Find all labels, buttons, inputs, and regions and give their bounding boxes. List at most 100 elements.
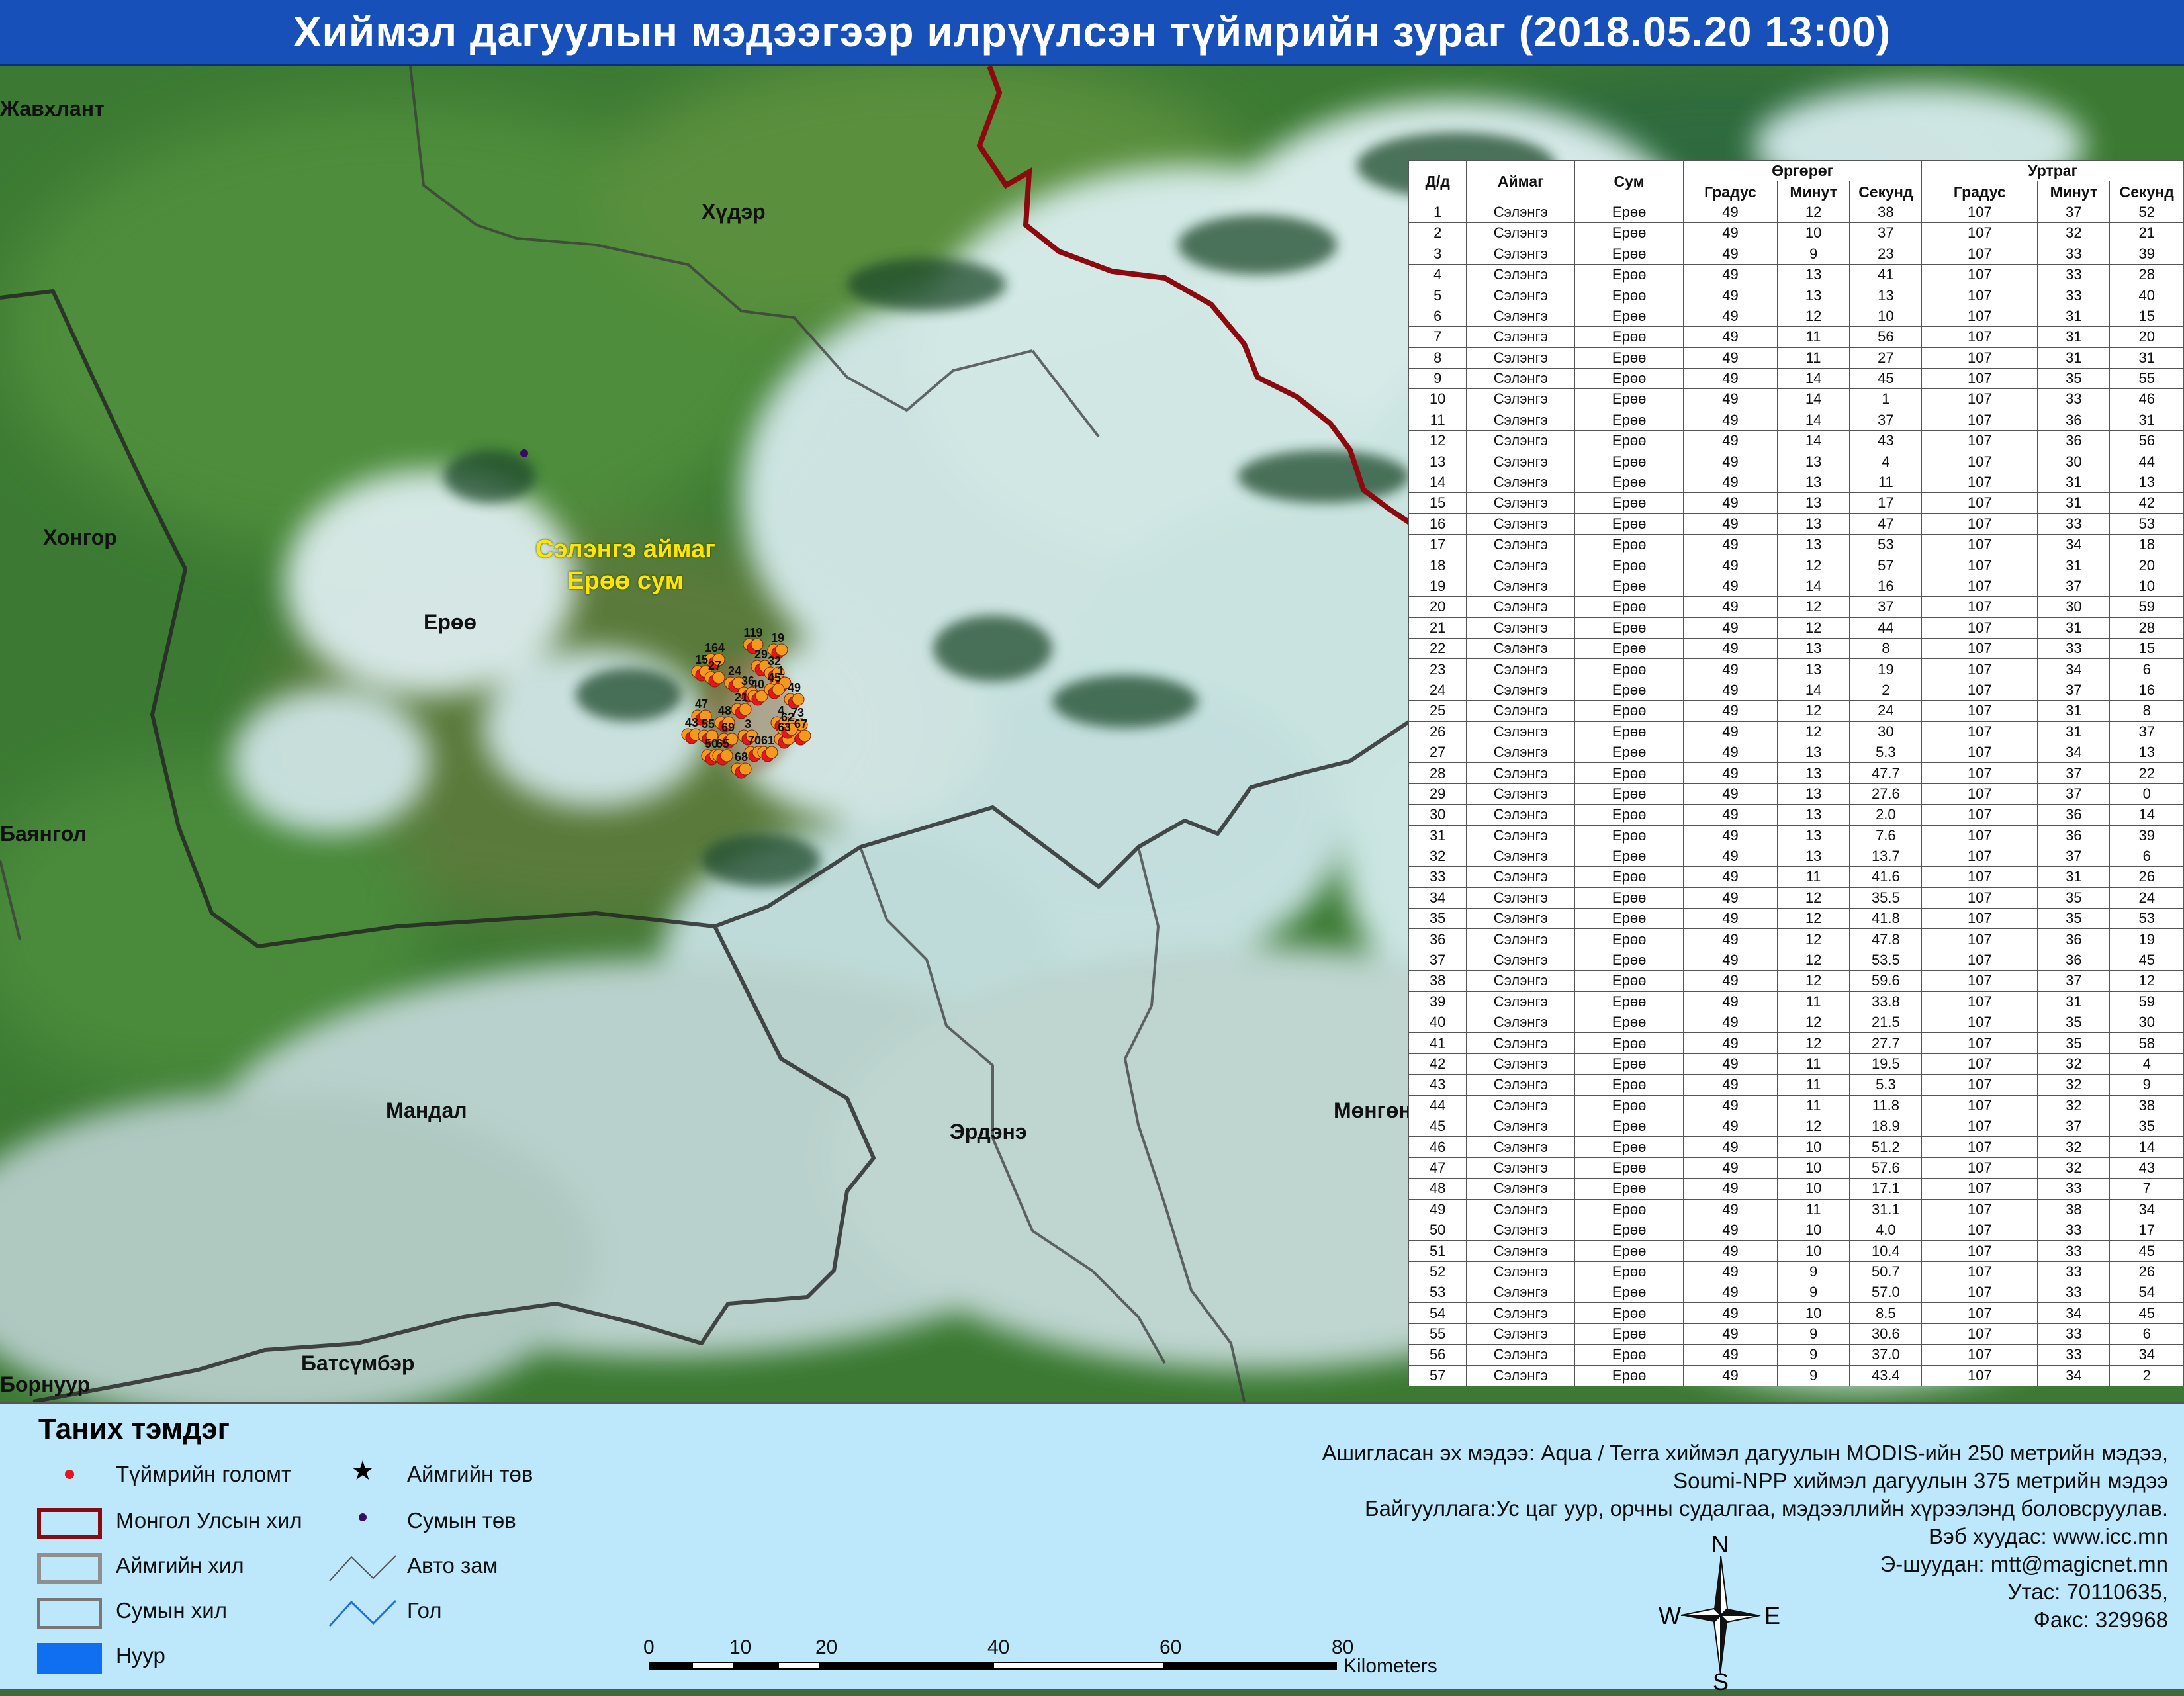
table-cell: 107 <box>1921 305 2038 328</box>
fire-point <box>798 729 811 742</box>
table-cell: 2.0 <box>1849 804 1923 826</box>
table-cell: 14 <box>1777 409 1850 431</box>
table-cell: 32 <box>2037 1074 2111 1096</box>
table-cell: 34 <box>2037 658 2111 680</box>
table-row: 7 Сэлэнгэ Ерөө 49 11 56 107 31 20 <box>1408 326 2184 348</box>
table-cell: 31 <box>2037 555 2111 576</box>
table-cell: Сэлэнгэ <box>1466 845 1576 868</box>
lake-swatch <box>37 1643 102 1674</box>
table-row: 21 Сэлэнгэ Ерөө 49 12 44 107 31 28 <box>1408 617 2184 639</box>
sum-label-line2: Ерөө сум <box>567 567 684 595</box>
table-row: 3 Сэлэнгэ Ерөө 49 9 23 107 33 39 <box>1408 243 2184 265</box>
scale-tick-label: 40 <box>987 1636 1010 1658</box>
table-cell: Сэлэнгэ <box>1466 1261 1576 1283</box>
table-cell: Сэлэнгэ <box>1466 928 1576 950</box>
table-cell: Ерөө <box>1574 388 1684 410</box>
table-cell: Ерөө <box>1574 700 1684 722</box>
table-cell: Ерөө <box>1574 721 1684 742</box>
table-cell: Сэлэнгэ <box>1466 430 1576 452</box>
table-cell: 14 <box>1777 430 1850 452</box>
sum-center-marker <box>520 449 528 457</box>
fire-number-label: 164 <box>705 641 725 654</box>
table-cell: Сэлэнгэ <box>1466 658 1576 680</box>
north-arrow: N S W E <box>1659 1531 1780 1695</box>
table-cell: 2 <box>2109 1364 2184 1387</box>
table-cell: 5.3 <box>1849 741 1923 764</box>
table-cell: Ерөө <box>1574 679 1684 701</box>
table-cell: Ерөө <box>1574 637 1684 660</box>
table-cell: 31 <box>2037 347 2111 369</box>
table-cell: 49 <box>1683 1157 1778 1179</box>
legend-road-label: Авто зам <box>407 1553 498 1578</box>
table-cell: 49 <box>1683 1364 1778 1387</box>
table-cell: 107 <box>1921 1094 2038 1116</box>
table-cell: 33 <box>2037 1219 2111 1241</box>
table-cell: 49 <box>1683 347 1778 369</box>
table-cell: 7.6 <box>1849 825 1923 846</box>
scale-tick-label: 60 <box>1160 1636 1182 1658</box>
table-cell: 11 <box>1777 326 1850 348</box>
table-cell: 49 <box>1683 471 1778 494</box>
table-row: 45 Сэлэнгэ Ерөө 49 12 18.9 107 37 35 <box>1408 1115 2184 1138</box>
table-row: 40 Сэлэнгэ Ерөө 49 12 21.5 107 35 30 <box>1408 1012 2184 1034</box>
table-cell: 59 <box>2109 596 2184 618</box>
sum-border-swatch <box>37 1598 102 1629</box>
table-cell: 9 <box>1408 367 1467 390</box>
table-cell: 49 <box>1683 783 1778 805</box>
table-row: 47 Сэлэнгэ Ерөө 49 10 57.6 107 32 43 <box>1408 1157 2184 1179</box>
table-cell: 107 <box>1921 471 2038 494</box>
table-cell: 49 <box>1683 866 1778 888</box>
table-cell: 20 <box>2109 555 2184 576</box>
table-cell: 107 <box>1921 928 2038 950</box>
table-cell: 23 <box>1849 243 1923 265</box>
table-cell: 32 <box>2037 1136 2111 1158</box>
table-row: 29 Сэлэнгэ Ерөө 49 13 27.6 107 37 0 <box>1408 783 2184 805</box>
table-row: 17 Сэлэнгэ Ерөө 49 13 53 107 34 18 <box>1408 534 2184 556</box>
table-cell: Сэлэнгэ <box>1466 222 1576 244</box>
fire-number-label: 3 <box>745 717 751 731</box>
table-cell: 53.5 <box>1849 949 1923 971</box>
table-cell: 27.7 <box>1849 1032 1923 1054</box>
table-cell: 14 <box>1408 471 1467 494</box>
table-cell: Ерөө <box>1574 1344 1684 1366</box>
table-cell: 37 <box>2037 575 2111 598</box>
table-cell: 12 <box>1777 1032 1850 1054</box>
table-cell: 13 <box>1777 492 1850 514</box>
table-cell: 49 <box>1683 1282 1778 1304</box>
header-lon-min: Минут <box>2037 181 2111 202</box>
table-cell: 107 <box>1921 555 2038 576</box>
table-row: 13 Сэлэнгэ Ерөө 49 13 4 107 30 44 <box>1408 451 2184 472</box>
table-cell: 30 <box>2037 451 2111 472</box>
place-javkhlant: Жавхлант <box>0 97 105 120</box>
table-cell: 107 <box>1921 908 2038 930</box>
table-cell: 49 <box>1683 1178 1778 1200</box>
table-cell: 9 <box>1777 1364 1850 1387</box>
table-row: 42 Сэлэнгэ Ерөө 49 11 19.5 107 32 4 <box>1408 1053 2184 1075</box>
legend-lake-label: Нуур <box>116 1643 165 1668</box>
aimag-border-swatch <box>37 1553 102 1584</box>
table-cell: Сэлэнгэ <box>1466 243 1576 265</box>
fire-point <box>712 671 725 684</box>
table-cell: Сэлэнгэ <box>1466 762 1576 784</box>
table-cell: 8 <box>1849 637 1923 660</box>
table-cell: 30 <box>2037 596 2111 618</box>
table-cell: Ерөө <box>1574 804 1684 826</box>
table-row: 53 Сэлэнгэ Ерөө 49 9 57.0 107 33 54 <box>1408 1282 2184 1304</box>
table-cell: Ерөө <box>1574 451 1684 472</box>
table-cell: 33.8 <box>1849 991 1923 1013</box>
table-cell: 107 <box>1921 1032 2038 1054</box>
header-longitude: Уртраг <box>1921 159 2184 182</box>
table-cell: 49 <box>1683 1032 1778 1054</box>
table-row: 11 Сэлэнгэ Ерөө 49 14 37 107 36 31 <box>1408 409 2184 431</box>
table-cell: 49 <box>1683 887 1778 909</box>
table-cell: 34 <box>2037 741 2111 764</box>
table-cell: 33 <box>2037 263 2111 286</box>
fire-number-label: 67 <box>794 717 807 731</box>
table-cell: 27.6 <box>1849 783 1923 805</box>
table-cell: 7 <box>1408 326 1467 348</box>
table-cell: 31 <box>2037 700 2111 722</box>
table-cell: Ерөө <box>1574 285 1684 306</box>
table-cell: 38 <box>2109 1094 2184 1116</box>
table-row: 14 Сэлэнгэ Ерөө 49 13 11 107 31 13 <box>1408 471 2184 494</box>
table-cell: 35.5 <box>1849 887 1923 909</box>
